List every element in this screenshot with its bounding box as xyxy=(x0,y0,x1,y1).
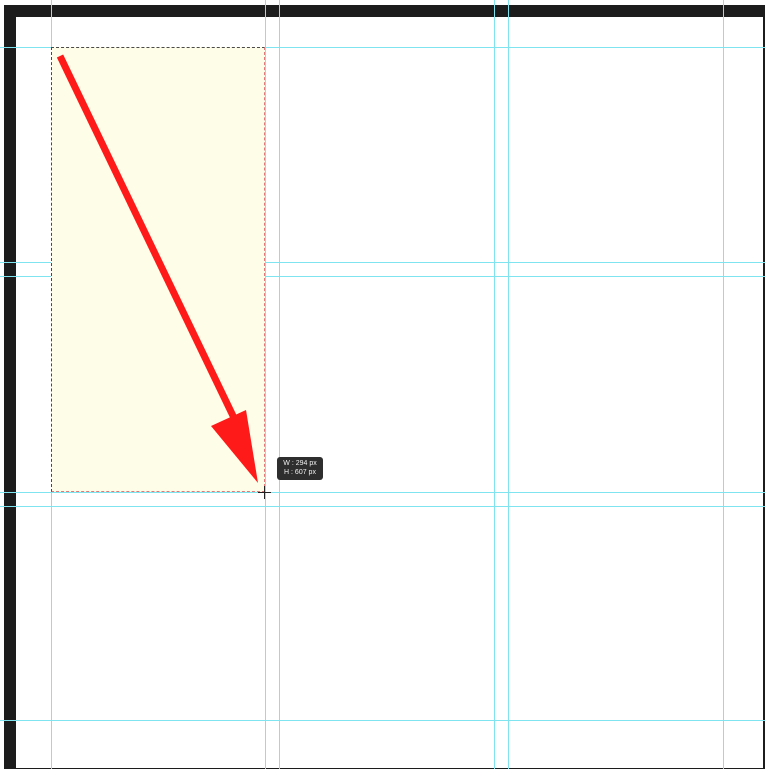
tooltip-width: W : 294 px xyxy=(283,460,317,467)
crosshair-icon xyxy=(258,486,271,499)
dimension-tooltip: W : 294 px H : 607 px xyxy=(277,457,323,480)
marquee-selection[interactable] xyxy=(51,47,265,492)
tooltip-height: H : 607 px xyxy=(284,469,316,476)
canvas-document[interactable]: W : 294 px H : 607 px xyxy=(0,0,765,769)
